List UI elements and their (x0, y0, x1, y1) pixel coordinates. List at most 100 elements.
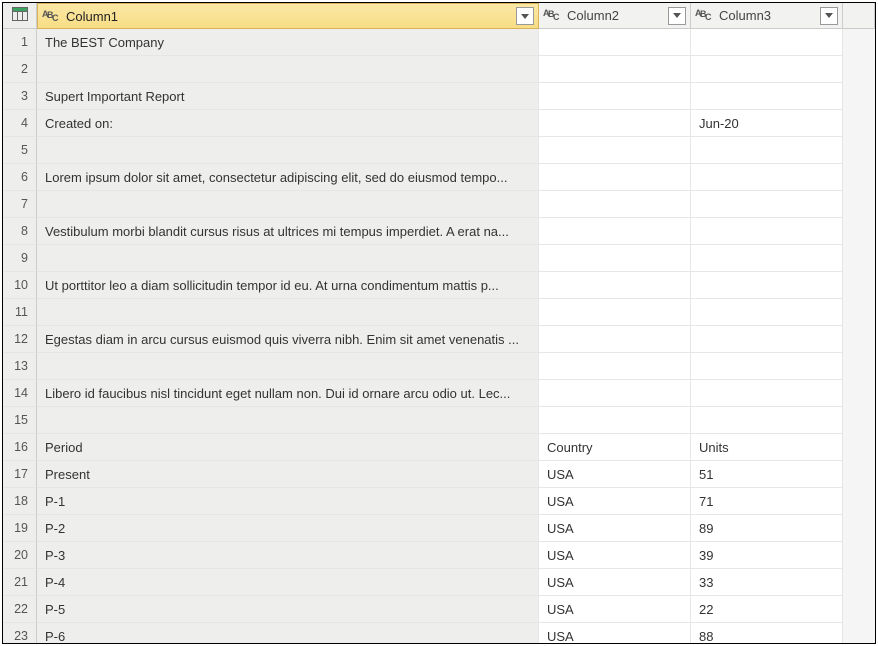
filler-cell (843, 353, 875, 380)
row-number[interactable]: 5 (3, 137, 37, 164)
cell[interactable] (539, 218, 691, 245)
cell[interactable]: 39 (691, 542, 843, 569)
cell[interactable]: 71 (691, 488, 843, 515)
cell[interactable] (539, 380, 691, 407)
cell[interactable]: Supert Important Report (37, 83, 539, 110)
cell[interactable] (539, 56, 691, 83)
cell[interactable] (37, 407, 539, 434)
row-number[interactable]: 8 (3, 218, 37, 245)
cell[interactable]: The BEST Company (37, 29, 539, 56)
cell[interactable]: Vestibulum morbi blandit cursus risus at… (37, 218, 539, 245)
row-number[interactable]: 9 (3, 245, 37, 272)
cell[interactable] (539, 110, 691, 137)
cell[interactable] (539, 29, 691, 56)
row-number[interactable]: 21 (3, 569, 37, 596)
cell[interactable] (691, 191, 843, 218)
cell[interactable]: Country (539, 434, 691, 461)
cell[interactable] (691, 137, 843, 164)
cell[interactable]: P-2 (37, 515, 539, 542)
cell[interactable]: 88 (691, 623, 843, 644)
cell[interactable] (37, 137, 539, 164)
cell[interactable]: USA (539, 515, 691, 542)
cell[interactable] (539, 353, 691, 380)
cell[interactable] (691, 380, 843, 407)
column-header[interactable]: ABCColumn3 (691, 3, 843, 29)
cell[interactable] (691, 272, 843, 299)
cell[interactable]: Lorem ipsum dolor sit amet, consectetur … (37, 164, 539, 191)
row-number[interactable]: 23 (3, 623, 37, 644)
cell[interactable] (539, 272, 691, 299)
cell[interactable]: Units (691, 434, 843, 461)
cell[interactable]: Jun-20 (691, 110, 843, 137)
row-number[interactable]: 18 (3, 488, 37, 515)
cell[interactable] (37, 353, 539, 380)
column-filter-button[interactable] (820, 7, 838, 25)
cell[interactable]: Period (37, 434, 539, 461)
column-filter-button[interactable] (516, 7, 534, 25)
cell[interactable] (37, 56, 539, 83)
cell[interactable]: P-4 (37, 569, 539, 596)
cell[interactable]: Egestas diam in arcu cursus euismod quis… (37, 326, 539, 353)
row-number[interactable]: 6 (3, 164, 37, 191)
cell[interactable]: USA (539, 542, 691, 569)
select-all-corner[interactable] (3, 3, 37, 29)
column-header[interactable]: ABCColumn1 (37, 3, 539, 29)
cell[interactable] (37, 191, 539, 218)
cell[interactable] (539, 245, 691, 272)
cell[interactable]: USA (539, 488, 691, 515)
cell[interactable] (539, 326, 691, 353)
cell[interactable] (691, 164, 843, 191)
cell[interactable] (691, 299, 843, 326)
row-number[interactable]: 14 (3, 380, 37, 407)
row-number[interactable]: 4 (3, 110, 37, 137)
cell[interactable]: 89 (691, 515, 843, 542)
cell[interactable]: Libero id faucibus nisl tincidunt eget n… (37, 380, 539, 407)
cell[interactable] (37, 245, 539, 272)
row-number[interactable]: 12 (3, 326, 37, 353)
cell[interactable]: Created on: (37, 110, 539, 137)
row-number[interactable]: 22 (3, 596, 37, 623)
cell[interactable]: P-1 (37, 488, 539, 515)
row-number[interactable]: 3 (3, 83, 37, 110)
cell[interactable] (691, 29, 843, 56)
cell[interactable] (539, 407, 691, 434)
cell[interactable] (539, 191, 691, 218)
cell[interactable] (691, 407, 843, 434)
cell[interactable] (37, 299, 539, 326)
cell[interactable] (539, 83, 691, 110)
cell[interactable] (691, 83, 843, 110)
cell[interactable]: USA (539, 623, 691, 644)
cell[interactable] (539, 137, 691, 164)
row-number[interactable]: 1 (3, 29, 37, 56)
cell[interactable] (691, 218, 843, 245)
cell[interactable]: P-3 (37, 542, 539, 569)
cell[interactable] (691, 326, 843, 353)
cell[interactable]: 51 (691, 461, 843, 488)
column-filter-button[interactable] (668, 7, 686, 25)
cell[interactable]: Present (37, 461, 539, 488)
row-number[interactable]: 20 (3, 542, 37, 569)
row-number[interactable]: 13 (3, 353, 37, 380)
cell[interactable]: USA (539, 569, 691, 596)
cell[interactable] (691, 353, 843, 380)
row-number[interactable]: 2 (3, 56, 37, 83)
cell[interactable] (691, 245, 843, 272)
row-number[interactable]: 19 (3, 515, 37, 542)
row-number[interactable]: 17 (3, 461, 37, 488)
cell[interactable] (539, 164, 691, 191)
row-number[interactable]: 10 (3, 272, 37, 299)
cell[interactable]: USA (539, 596, 691, 623)
column-header[interactable]: ABCColumn2 (539, 3, 691, 29)
cell[interactable]: P-6 (37, 623, 539, 644)
cell[interactable] (691, 56, 843, 83)
cell[interactable]: 22 (691, 596, 843, 623)
row-number[interactable]: 11 (3, 299, 37, 326)
cell[interactable] (539, 299, 691, 326)
row-number[interactable]: 15 (3, 407, 37, 434)
cell[interactable]: USA (539, 461, 691, 488)
row-number[interactable]: 16 (3, 434, 37, 461)
cell[interactable]: P-5 (37, 596, 539, 623)
cell[interactable]: Ut porttitor leo a diam sollicitudin tem… (37, 272, 539, 299)
row-number[interactable]: 7 (3, 191, 37, 218)
cell[interactable]: 33 (691, 569, 843, 596)
